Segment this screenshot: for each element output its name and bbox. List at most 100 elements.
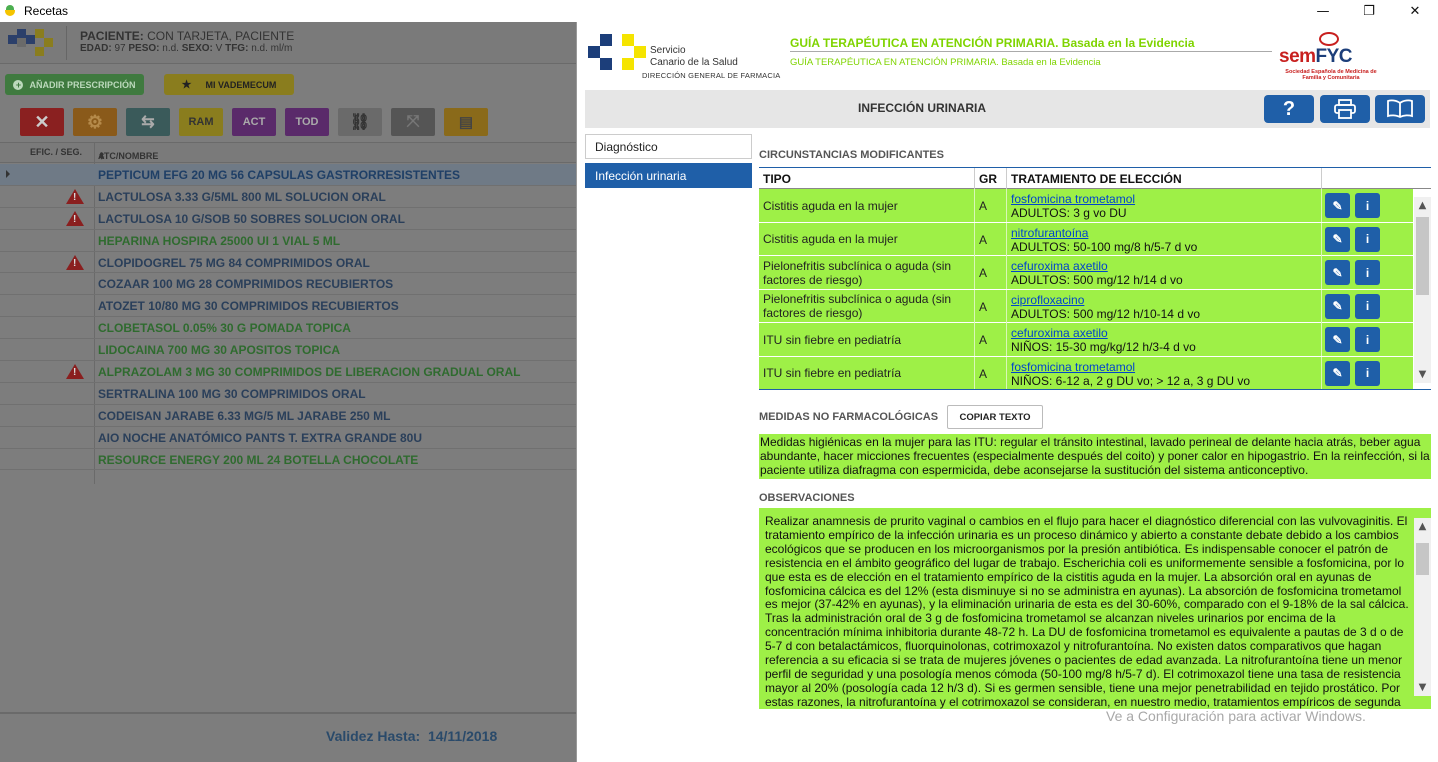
drug-link[interactable]: fosfomicina trometamol [1011,192,1135,206]
treatment-row: Pielonefritis subclínica o aguda (sin fa… [759,256,1413,290]
title-bar: Recetas — ❐ ✕ [0,0,1438,22]
gr-cell: A [979,333,988,347]
book-button[interactable] [1375,95,1425,123]
scroll-down-icon[interactable]: ▼ [1414,679,1431,696]
window-title: Recetas [24,4,69,18]
copy-text-button[interactable]: COPIAR TEXTO [947,405,1043,429]
dose-text: NIÑOS: 15-30 mg/kg/12 h/3-4 d vo [1011,340,1196,354]
nav-infeccion-urinaria[interactable]: Infección urinaria [585,163,752,188]
edit-button[interactable]: ✎ [1325,260,1350,285]
print-button[interactable] [1320,95,1370,123]
gr-cell: A [979,266,988,280]
drug-name: CODEISAN JARABE 6.33 MG/5 ML JARABE 250 … [98,408,391,423]
info-button[interactable]: i [1355,327,1380,352]
act-button[interactable]: ACT [232,108,276,136]
table-row[interactable]: CLOBETASOL 0.05% 30 G POMADA TOPICA [0,317,576,340]
vademecum-button[interactable]: ★ MI VADEMECUM [164,74,294,95]
info-button[interactable]: i [1355,293,1380,319]
printer-icon [1334,99,1356,119]
observations-scrollbar[interactable]: ▲ ▼ [1414,518,1431,696]
sort-icon: ⬍ [98,151,106,161]
tipo-cell: Cistitis aguda en la mujer [763,232,898,246]
drug-link[interactable]: cefuroxima axetilo [1011,326,1108,340]
scroll-up-icon[interactable]: ▲ [1414,518,1431,535]
drug-list: PEPTICUM EFG 20 MG 56 CAPSULAS GASTRORRE… [0,164,576,471]
treatment-row: Cistitis aguda en la mujer Afosfomicina t… [759,189,1413,223]
table-row[interactable]: LIDOCAINA 700 MG 30 APOSITOS TOPICA [0,339,576,362]
info-icon: i [1365,198,1370,213]
scroll-up-icon[interactable]: ▲ [1414,197,1431,214]
scroll-down-icon[interactable]: ▼ [1414,366,1431,383]
link-button[interactable]: ⛓ [338,108,382,136]
settings-button[interactable]: ⚙ [73,108,117,136]
close-button[interactable]: ✕ [1392,0,1438,22]
drug-link[interactable]: fosfomicina trometamol [1011,360,1135,374]
pencil-icon: ✎ [1332,232,1343,246]
pencil-icon: ✎ [1332,265,1343,280]
obs-title: OBSERVACIONES [759,492,855,504]
table-row[interactable]: LACTULOSA 3.33 G/5ML 800 ML SOLUCION ORA… [0,186,576,208]
gr-cell: A [979,299,988,314]
table-row[interactable]: ATOZET 10/80 MG 30 COMPRIMIDOS RECUBIERT… [0,295,576,318]
transfer-button[interactable]: ⇆ [126,108,170,136]
pencil-icon: ✎ [1332,366,1343,380]
scroll-thumb[interactable] [1416,217,1429,295]
edit-button[interactable]: ✎ [1325,226,1350,252]
edit-button[interactable]: ✎ [1325,293,1350,319]
help-button[interactable]: ? [1264,95,1314,123]
edit-button[interactable]: ✎ [1325,193,1350,218]
info-button[interactable]: i [1355,226,1380,252]
warning-icon [66,364,84,380]
info-button[interactable]: i [1355,360,1380,386]
table-row[interactable]: COZAAR 100 MG 28 COMPRIMIDOS RECUBIERTOS [0,273,576,296]
edit-button[interactable]: ✎ [1325,327,1350,352]
treatment-table-body: Cistitis aguda en la mujer Afosfomicina t… [759,189,1413,389]
scs-logo-icon [588,34,648,70]
minimize-button[interactable]: — [1300,0,1346,22]
drug-name: LACTULOSA 10 G/SOB 50 SOBRES SOLUCION OR… [98,211,405,226]
drug-link[interactable]: ciprofloxacino [1011,293,1084,307]
table-row[interactable]: ALPRAZOLAM 3 MG 30 COMPRIMIDOS DE LIBERA… [0,361,576,383]
scroll-thumb[interactable] [1416,543,1429,575]
scs-name: Servicio Canario de la Salud [650,45,738,68]
table-row[interactable]: SERTRALINA 100 MG 30 COMPRIMIDOS ORAL [0,383,576,405]
nav-diagnostico[interactable]: Diagnóstico [585,134,752,159]
info-icon: i [1365,265,1370,280]
info-icon: i [1365,232,1370,246]
col-efic[interactable]: EFIC. / SEG. [30,147,82,157]
grid-header: EFIC. / SEG. ATC/NOMBRE ⬍ [0,142,576,163]
table-row[interactable]: LACTULOSA 10 G/SOB 50 SOBRES SOLUCION OR… [0,208,576,230]
app-icon [4,4,18,18]
treatment-scrollbar[interactable]: ▲ ▼ [1414,197,1431,383]
edit-button[interactable]: ✎ [1325,360,1350,386]
table-row[interactable]: CODEISAN JARABE 6.33 MG/5 ML JARABE 250 … [0,405,576,427]
table-row[interactable]: CLOPIDOGREL 75 MG 84 COMPRIMIDOS ORAL [0,252,576,274]
patient-bar: PACIENTE: CON TARJETA, PACIENTE EDAD: 97… [0,22,576,64]
guide-subtitle: GUÍA TERAPÉUTICA EN ATENCIÓN PRIMARIA. B… [790,57,1101,68]
book-icon [1387,99,1413,119]
patient-details: EDAD: 97 PESO: n.d. SEXO: V TFG: n.d. ml… [80,43,293,54]
table-row[interactable]: HEPARINA HOSPIRA 25000 UI 1 VIAL 5 ML [0,230,576,252]
drug-name: SERTRALINA 100 MG 30 COMPRIMIDOS ORAL [98,386,366,401]
dose-text: ADULTOS: 50-100 mg/8 h/5-7 d vo [1011,239,1198,254]
drug-link[interactable]: nitrofurantoína [1011,226,1088,240]
notes-button[interactable]: ▤ [444,108,488,136]
tod-button[interactable]: TOD [285,108,329,136]
ram-button[interactable]: RAM [179,108,223,136]
pencil-icon: ✎ [1332,198,1343,213]
add-prescription-button[interactable]: + AÑADIR PRESCRIPCIÓN [5,74,144,95]
table-row[interactable]: RESOURCE ENERGY 200 ML 24 BOTELLA CHOCOL… [0,449,576,471]
maximize-button[interactable]: ❐ [1346,0,1392,22]
info-button[interactable]: i [1355,193,1380,218]
tipo-cell: Cistitis aguda en la mujer [763,198,898,213]
delete-button[interactable]: ✕ [20,108,64,136]
table-row[interactable]: PEPTICUM EFG 20 MG 56 CAPSULAS GASTRORRE… [0,164,576,186]
table-row[interactable]: AIO NOCHE ANATÓMICO PANTS T. EXTRA GRAND… [0,427,576,449]
observations-box: Realizar anamnesis de prurito vaginal o … [759,508,1431,709]
footer: Validez Hasta: 14/11/2018 [0,712,576,762]
drug-name: LACTULOSA 3.33 G/5ML 800 ML SOLUCION ORA… [98,189,386,204]
treatment-row: ITU sin fiebre en pediatría Acefuroxima a… [759,323,1413,357]
info-button[interactable]: i [1355,260,1380,285]
drug-link[interactable]: cefuroxima axetilo [1011,259,1108,273]
fullscreen-button[interactable]: ⤧ [391,108,435,136]
